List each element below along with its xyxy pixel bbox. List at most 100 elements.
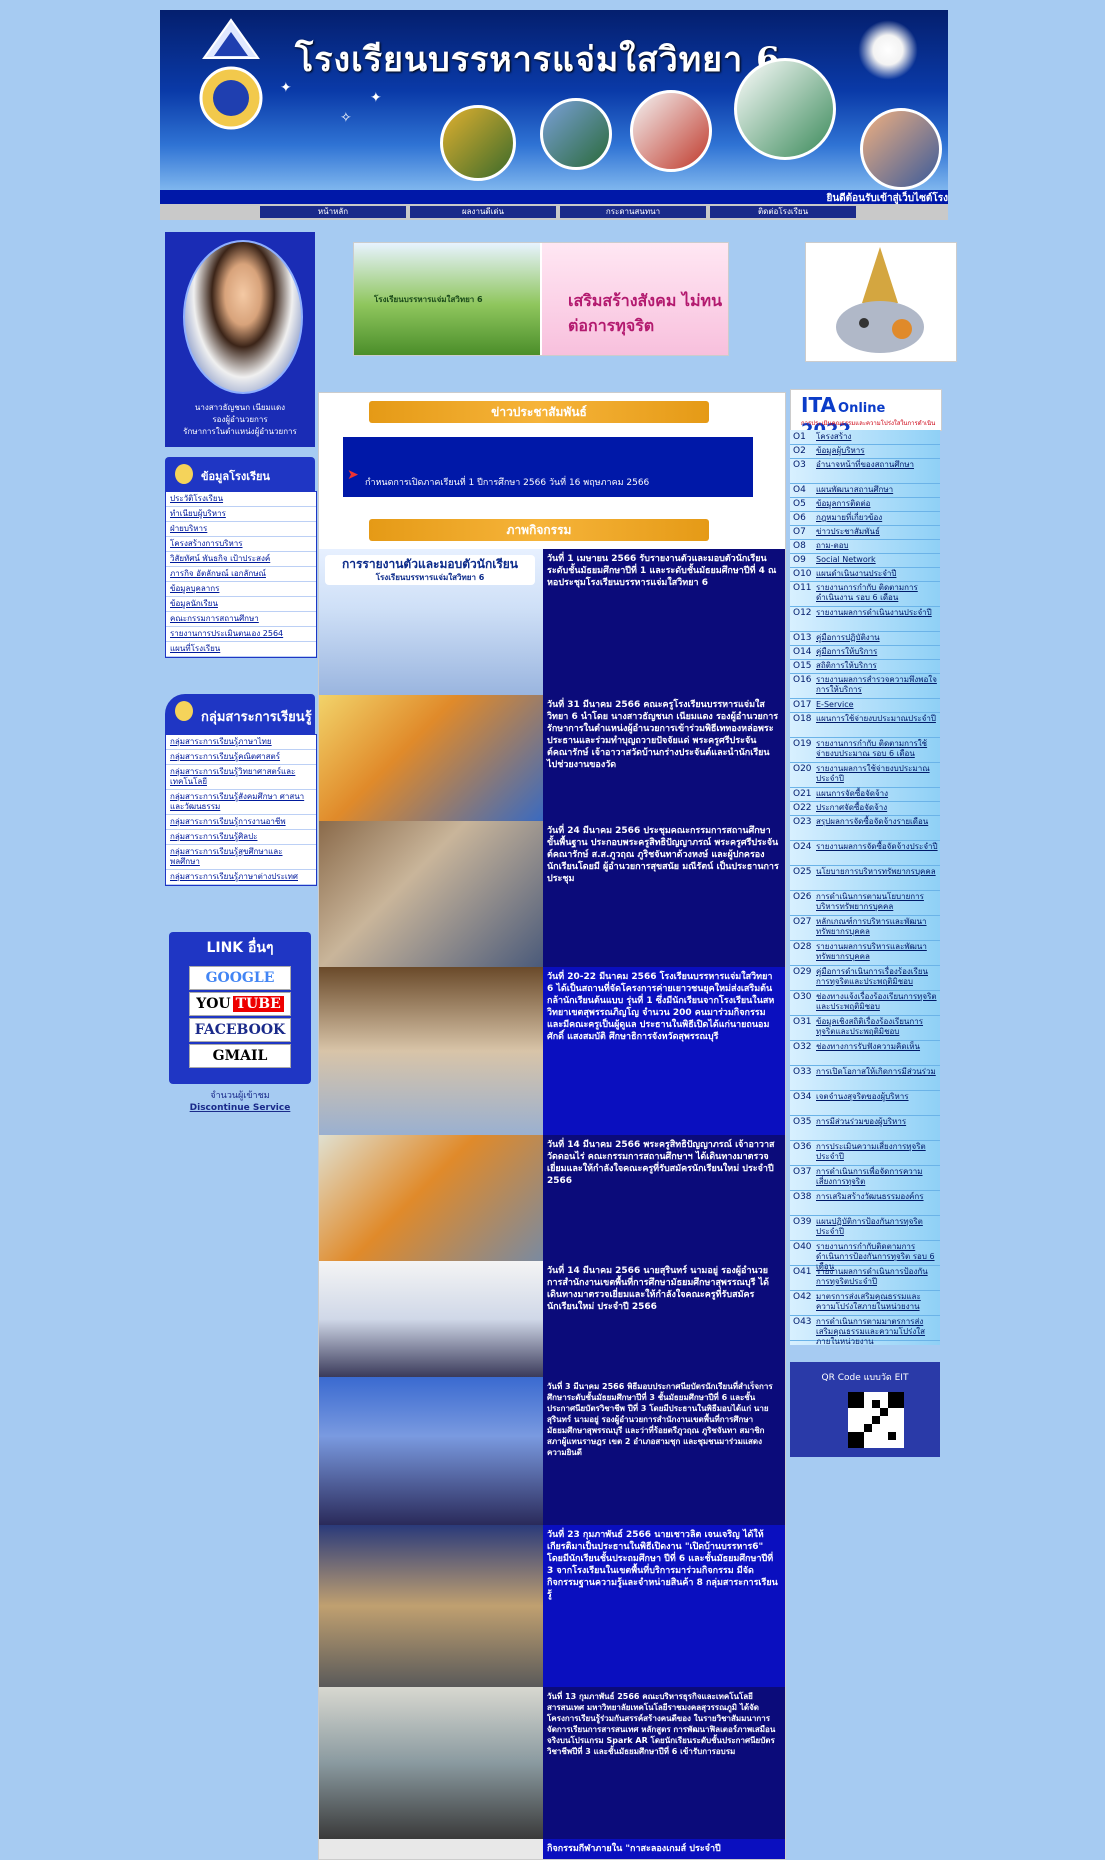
ita-item[interactable]: O12 รายงานผลการดำเนินงานประจำปี xyxy=(790,606,940,632)
link-personnel[interactable]: ข้อมูลบุคลากร xyxy=(166,582,316,597)
menu-home[interactable]: หน้าหลัก xyxy=(260,206,406,218)
ita-item[interactable]: O27 หลักเกณฑ์การบริหารและพัฒนาทรัพยากรบุค… xyxy=(790,915,940,941)
ita-item[interactable]: O33 การเปิดโอกาสให้เกิดการมีส่วนร่วม xyxy=(790,1065,940,1091)
promo-banner[interactable]: โรงเรียนบรรหารแจ่มใสวิทยา 6 เสริมสร้างสั… xyxy=(353,242,729,356)
ita-item-label[interactable]: ช่องทางการรับฟังความคิดเห็น xyxy=(816,1042,938,1052)
ita-online-header[interactable]: ITAOnline 2022 การประเมินคุณธรรมและความโ… xyxy=(790,389,942,441)
ita-item-label[interactable]: นโยบายการบริหารทรัพยากรบุคคล xyxy=(816,867,938,877)
activity-photo[interactable] xyxy=(319,1687,543,1839)
activity-text[interactable]: วันที่ 31 มีนาคม 2566 คณะครูโรงเรียนบรรห… xyxy=(547,699,779,771)
ita-item-label[interactable]: การมีส่วนร่วมของผู้บริหาร xyxy=(816,1117,938,1127)
link-mission[interactable]: ภารกิจ อัตลักษณ์ เอกลักษณ์ xyxy=(166,567,316,582)
ita-item[interactable]: O16 รายงานผลการสำรวจความพึงพอใจการให้บริก… xyxy=(790,673,940,699)
activity-photo[interactable] xyxy=(319,821,543,967)
ita-item-label[interactable]: รายงานผลการดำเนินงานประจำปี xyxy=(816,608,938,618)
ita-item-label[interactable]: รายงานการกำกับ ติดตามการใช้จ่ายงบประมาณ … xyxy=(816,739,938,759)
ita-item[interactable]: O37 การดำเนินการเพื่อจัดการความเสี่ยงการท… xyxy=(790,1165,940,1191)
ita-item-label[interactable]: อำนาจหน้าที่ของสถานศึกษา xyxy=(816,460,938,470)
ita-item[interactable]: O26 การดำเนินการตามนโยบายการบริหารทรัพยาก… xyxy=(790,890,940,916)
ita-item-label[interactable]: สรุปผลการจัดซื้อจัดจ้างรายเดือน xyxy=(816,817,938,827)
ita-item[interactable]: O40 รายงานการกำกับติดตามการดำเนินการป้องก… xyxy=(790,1240,940,1271)
activity-photo[interactable] xyxy=(319,1377,543,1525)
ita-item[interactable]: O17 E-Service xyxy=(790,698,940,713)
ita-item-label[interactable]: E-Service xyxy=(816,700,938,710)
ita-item[interactable]: O36 การประเมินความเสี่ยงการทุจริตประจำปี xyxy=(790,1140,940,1166)
ita-item[interactable]: O19 รายงานการกำกับ ติดตามการใช้จ่ายงบประม… xyxy=(790,737,940,763)
ita-item-label[interactable]: ข้อมูลเชิงสถิติเรื่องร้องเรียนการทุจริตแ… xyxy=(816,1017,938,1037)
ita-item[interactable]: O18 แผนการใช้จ่ายงบประมาณประจำปี xyxy=(790,712,940,738)
ita-item[interactable]: O6 กฎหมายที่เกี่ยวข้อง xyxy=(790,511,940,526)
activity-photo[interactable] xyxy=(319,1261,543,1377)
ita-item-label[interactable]: แผนการจัดซื้อจัดจ้าง xyxy=(816,789,938,799)
ita-item-label[interactable]: เจตจำนงสุจริตของผู้บริหาร xyxy=(816,1092,938,1102)
link-subject-thai[interactable]: กลุ่มสาระการเรียนรู้ภาษาไทย xyxy=(166,735,316,750)
ita-item[interactable]: O22 ประกาศจัดซื้อจัดจ้าง xyxy=(790,801,940,816)
ita-item-label[interactable]: แผนการใช้จ่ายงบประมาณประจำปี xyxy=(816,714,938,724)
qr-code-icon[interactable] xyxy=(848,1392,904,1448)
ita-item-label[interactable]: รายงานผลการใช้จ่ายงบประมาณประจำปี xyxy=(816,764,938,784)
ita-item[interactable]: O1 โครงสร้าง xyxy=(790,430,940,445)
ita-item[interactable]: O8 ถาม-ตอบ xyxy=(790,539,940,554)
news-item-link[interactable]: กำหนดการเปิดภาคเรียนที่ 1 ปีการศึกษา 256… xyxy=(365,475,649,489)
link-subject-art[interactable]: กลุ่มสาระการเรียนรู้ศิลปะ xyxy=(166,830,316,845)
link-subject-health[interactable]: กลุ่มสาระการเรียนรู้สุขศึกษาและพลศึกษา xyxy=(166,845,316,870)
activity-photo[interactable] xyxy=(319,695,543,821)
ita-item-label[interactable]: รายงานผลการจัดซื้อจัดจ้างประจำปี xyxy=(816,842,938,852)
ita-item-label[interactable]: คู่มือการดำเนินการเรื่องร้องเรียนการทุจร… xyxy=(816,967,938,987)
activity-text[interactable]: วันที่ 1 เมษายน 2566 รับรายงานตัวและมอบต… xyxy=(547,553,779,589)
ita-item-label[interactable]: รายงานผลการดำเนินการป้องกันการทุจริตประจ… xyxy=(816,1267,938,1287)
activity-photo[interactable] xyxy=(319,1135,543,1261)
ita-item-label[interactable]: ข่าวประชาสัมพันธ์ xyxy=(816,527,938,537)
activity-text[interactable]: วันที่ 13 กุมภาพันธ์ 2566 คณะบริหารธุรกิ… xyxy=(547,1691,779,1757)
ita-item[interactable]: O28 รายงานผลการบริหารและพัฒนาทรัพยากรบุคค… xyxy=(790,940,940,966)
ita-item[interactable]: O35 การมีส่วนร่วมของผู้บริหาร xyxy=(790,1115,940,1141)
ita-item[interactable]: O10 แผนดำเนินงานประจำปี xyxy=(790,567,940,582)
ita-item-label[interactable]: การเปิดโอกาสให้เกิดการมีส่วนร่วม xyxy=(816,1067,938,1077)
link-students[interactable]: ข้อมูลนักเรียน xyxy=(166,597,316,612)
ita-item[interactable]: O21 แผนการจัดซื้อจัดจ้าง xyxy=(790,787,940,802)
discontinue-service-link[interactable]: Discontinue Service xyxy=(190,1103,291,1113)
activity-photo[interactable] xyxy=(319,1839,543,1859)
ita-item[interactable]: O32 ช่องทางการรับฟังความคิดเห็น xyxy=(790,1040,940,1066)
ita-item[interactable]: O13 คู่มือการปฏิบัติงาน xyxy=(790,631,940,646)
youtube-link[interactable]: YOU TUBE xyxy=(189,992,291,1016)
ita-item[interactable]: O42 มาตรการส่งเสริมคุณธรรมและความโปร่งใสภ… xyxy=(790,1290,940,1316)
activity-text[interactable]: วันที่ 20-22 มีนาคม 2566 โรงเรียนบรรหารแ… xyxy=(547,971,779,1043)
ita-item-label[interactable]: แผนดำเนินงานประจำปี xyxy=(816,569,938,579)
ita-item[interactable]: O3 อำนาจหน้าที่ของสถานศึกษา xyxy=(790,458,940,484)
ita-item[interactable]: O2 ข้อมูลผู้บริหาร xyxy=(790,444,940,459)
link-subject-social[interactable]: กลุ่มสาระการเรียนรู้สังคมศึกษา ศาสนาและว… xyxy=(166,790,316,815)
ita-item[interactable]: O7 ข่าวประชาสัมพันธ์ xyxy=(790,525,940,540)
link-admin-dept[interactable]: ฝ่ายบริหาร xyxy=(166,522,316,537)
ita-item-label[interactable]: คู่มือการให้บริการ xyxy=(816,647,938,657)
ita-item-label[interactable]: Social Network xyxy=(816,555,938,565)
ita-item[interactable]: O15 สถิติการให้บริการ xyxy=(790,659,940,674)
ita-item-label[interactable]: รายงานผลการบริหารและพัฒนาทรัพยากรบุคคล xyxy=(816,942,938,962)
activity-photo[interactable] xyxy=(319,967,543,1135)
menu-achievements[interactable]: ผลงานดีเด่น xyxy=(410,206,556,218)
activity-text[interactable]: วันที่ 14 มีนาคม 2566 พระครูสิทธิปัญญาภร… xyxy=(547,1139,779,1187)
ita-item-label[interactable]: ช่องทางแจ้งเรื่องร้องเรียนการทุจริตและปร… xyxy=(816,992,938,1012)
menu-contact[interactable]: ติดต่อโรงเรียน xyxy=(710,206,856,218)
link-subject-science[interactable]: กลุ่มสาระการเรียนรู้วิทยาศาสตร์และเทคโนโ… xyxy=(166,765,316,790)
activity-photo[interactable] xyxy=(319,1525,543,1687)
ita-item-label[interactable]: การเสริมสร้างวัฒนธรรมองค์กร xyxy=(816,1192,938,1202)
ita-item[interactable]: O34 เจตจำนงสุจริตของผู้บริหาร xyxy=(790,1090,940,1116)
ita-item[interactable]: O23 สรุปผลการจัดซื้อจัดจ้างรายเดือน xyxy=(790,815,940,841)
ita-item[interactable]: O39 แผนปฏิบัติการป้องกันการทุจริตประจำปี xyxy=(790,1215,940,1241)
activity-text[interactable]: วันที่ 23 กุมภาพันธ์ 2566 นายเชาวลิต เจน… xyxy=(547,1529,779,1601)
ita-item[interactable]: O38 การเสริมสร้างวัฒนธรรมองค์กร xyxy=(790,1190,940,1216)
ita-item[interactable]: O25 นโยบายการบริหารทรัพยากรบุคคล xyxy=(790,865,940,891)
ita-item[interactable]: O43 การดำเนินการตามมาตรการส่งเสริมคุณธรรม… xyxy=(790,1315,940,1345)
ita-item[interactable]: O24 รายงานผลการจัดซื้อจัดจ้างประจำปี xyxy=(790,840,940,866)
facebook-link[interactable]: FACEBOOK xyxy=(189,1018,291,1042)
ita-item-label[interactable]: การประเมินความเสี่ยงการทุจริตประจำปี xyxy=(816,1142,938,1162)
link-map[interactable]: แผนที่โรงเรียน xyxy=(166,642,316,657)
ita-item[interactable]: O29 คู่มือการดำเนินการเรื่องร้องเรียนการท… xyxy=(790,965,940,991)
ita-item[interactable]: O20 รายงานผลการใช้จ่ายงบประมาณประจำปี xyxy=(790,762,940,788)
ita-item-label[interactable]: คู่มือการปฏิบัติงาน xyxy=(816,633,938,643)
ita-item[interactable]: O30 ช่องทางแจ้งเรื่องร้องเรียนการทุจริตแล… xyxy=(790,990,940,1016)
ita-item-label[interactable]: หลักเกณฑ์การบริหารและพัฒนาทรัพยากรบุคคล xyxy=(816,917,938,937)
activity-text[interactable]: กิจกรรมกีฬาภายใน "กาสะลองเกมส์ ประจำปี xyxy=(547,1843,779,1855)
ita-item-label[interactable]: การดำเนินการเพื่อจัดการความเสี่ยงการทุจร… xyxy=(816,1167,938,1187)
